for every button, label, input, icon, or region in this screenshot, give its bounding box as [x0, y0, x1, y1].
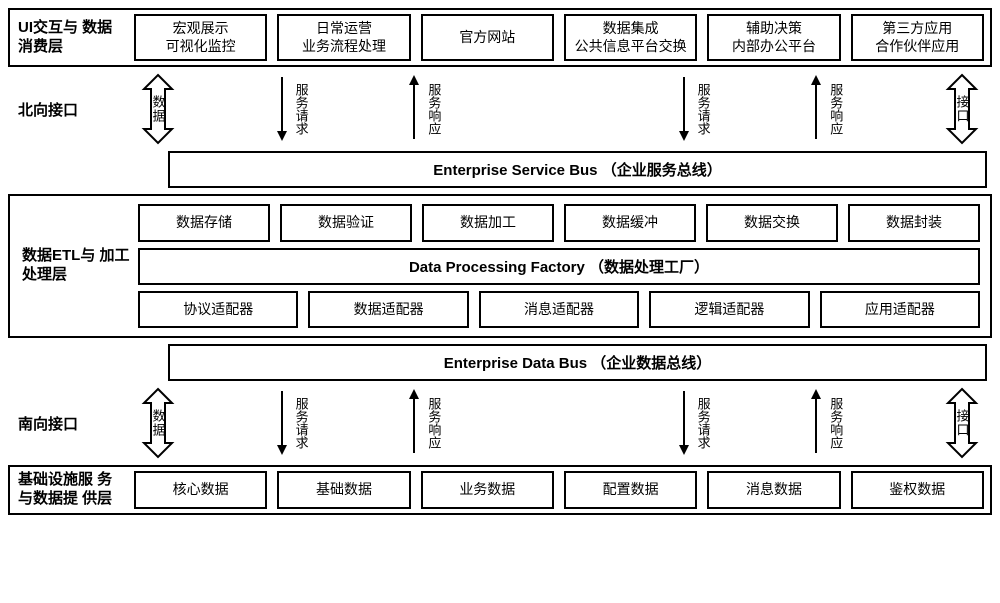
etl-bottom-item: 应用适配器: [820, 291, 980, 329]
ui-layer: UI交互与 数据消费层 宏观展示 可视化监控 日常运营 业务流程处理 官方网站 …: [8, 8, 992, 67]
etl-layer: 数据ETL与 加工处理层 数据存储 数据验证 数据加工 数据缓冲 数据交换 数据…: [8, 194, 992, 338]
arrow-label: 服务请求: [292, 397, 311, 449]
service-request-arrow: 服务请求: [275, 387, 311, 460]
ui-item: 第三方应用 合作伙伴应用: [851, 14, 984, 61]
arrow-label: 接口: [952, 409, 971, 437]
data-processing-factory: Data Processing Factory （数据处理工厂）: [138, 248, 980, 285]
etl-top-item: 数据封装: [848, 204, 980, 242]
service-response-arrow: 服务响应: [809, 73, 845, 146]
infra-item: 配置数据: [564, 471, 697, 509]
etl-top-item: 数据加工: [422, 204, 554, 242]
service-response-arrow: 服务响应: [407, 387, 443, 460]
infra-item: 鉴权数据: [851, 471, 984, 509]
interface-updown-arrow: 接口: [942, 387, 982, 459]
arrow-label: 服务响应: [826, 83, 845, 135]
ui-item: 官方网站: [421, 14, 554, 61]
north-interface-title: 北向接口: [8, 99, 118, 120]
interface-updown-arrow: 接口: [942, 73, 982, 145]
arrow-label: 服务请求: [292, 83, 311, 135]
etl-layer-title: 数据ETL与 加工处理层: [20, 204, 130, 328]
service-request-arrow: 服务请求: [677, 387, 713, 460]
infra-layer-title: 基础设施服 务与数据提 供层: [16, 471, 126, 509]
etl-top-item: 数据存储: [138, 204, 270, 242]
south-interface-title: 南向接口: [8, 413, 118, 434]
arrow-label: 服务请求: [694, 397, 713, 449]
infra-item: 消息数据: [707, 471, 840, 509]
infra-item: 核心数据: [134, 471, 267, 509]
service-request-arrow: 服务请求: [275, 73, 311, 146]
service-response-arrow: 服务响应: [407, 73, 443, 146]
data-updown-arrow: 数据: [138, 73, 178, 145]
north-interface-band: 北向接口 数据 服务请求 服务响应 服务请求 服务响应 接口: [8, 67, 992, 151]
arrow-label: 服务响应: [424, 397, 443, 449]
arrow-label: 数据: [149, 95, 168, 123]
etl-top-item: 数据交换: [706, 204, 838, 242]
service-request-arrow: 服务请求: [677, 73, 713, 146]
enterprise-data-bus: Enterprise Data Bus （企业数据总线）: [168, 344, 987, 381]
etl-bottom-item: 协议适配器: [138, 291, 298, 329]
ui-item: 数据集成 公共信息平台交换: [564, 14, 697, 61]
infra-item: 基础数据: [277, 471, 410, 509]
data-updown-arrow: 数据: [138, 387, 178, 459]
ui-layer-title: UI交互与 数据消费层: [16, 14, 126, 61]
etl-bottom-item: 逻辑适配器: [649, 291, 809, 329]
infra-layer: 基础设施服 务与数据提 供层 核心数据 基础数据 业务数据 配置数据 消息数据 …: [8, 465, 992, 515]
south-interface-band: 南向接口 数据 服务请求 服务响应 服务请求 服务响应 接口: [8, 381, 992, 465]
arrow-label: 数据: [149, 409, 168, 437]
arrow-label: 服务响应: [826, 397, 845, 449]
etl-bottom-item: 数据适配器: [308, 291, 468, 329]
arrow-label: 服务响应: [424, 83, 443, 135]
enterprise-service-bus: Enterprise Service Bus （企业服务总线）: [168, 151, 987, 188]
etl-top-item: 数据验证: [280, 204, 412, 242]
arrow-label: 服务请求: [694, 83, 713, 135]
service-response-arrow: 服务响应: [809, 387, 845, 460]
ui-item: 日常运营 业务流程处理: [277, 14, 410, 61]
arrow-label: 接口: [952, 95, 971, 123]
etl-top-item: 数据缓冲: [564, 204, 696, 242]
ui-item: 辅助决策 内部办公平台: [707, 14, 840, 61]
etl-bottom-item: 消息适配器: [479, 291, 639, 329]
infra-item: 业务数据: [421, 471, 554, 509]
ui-item: 宏观展示 可视化监控: [134, 14, 267, 61]
